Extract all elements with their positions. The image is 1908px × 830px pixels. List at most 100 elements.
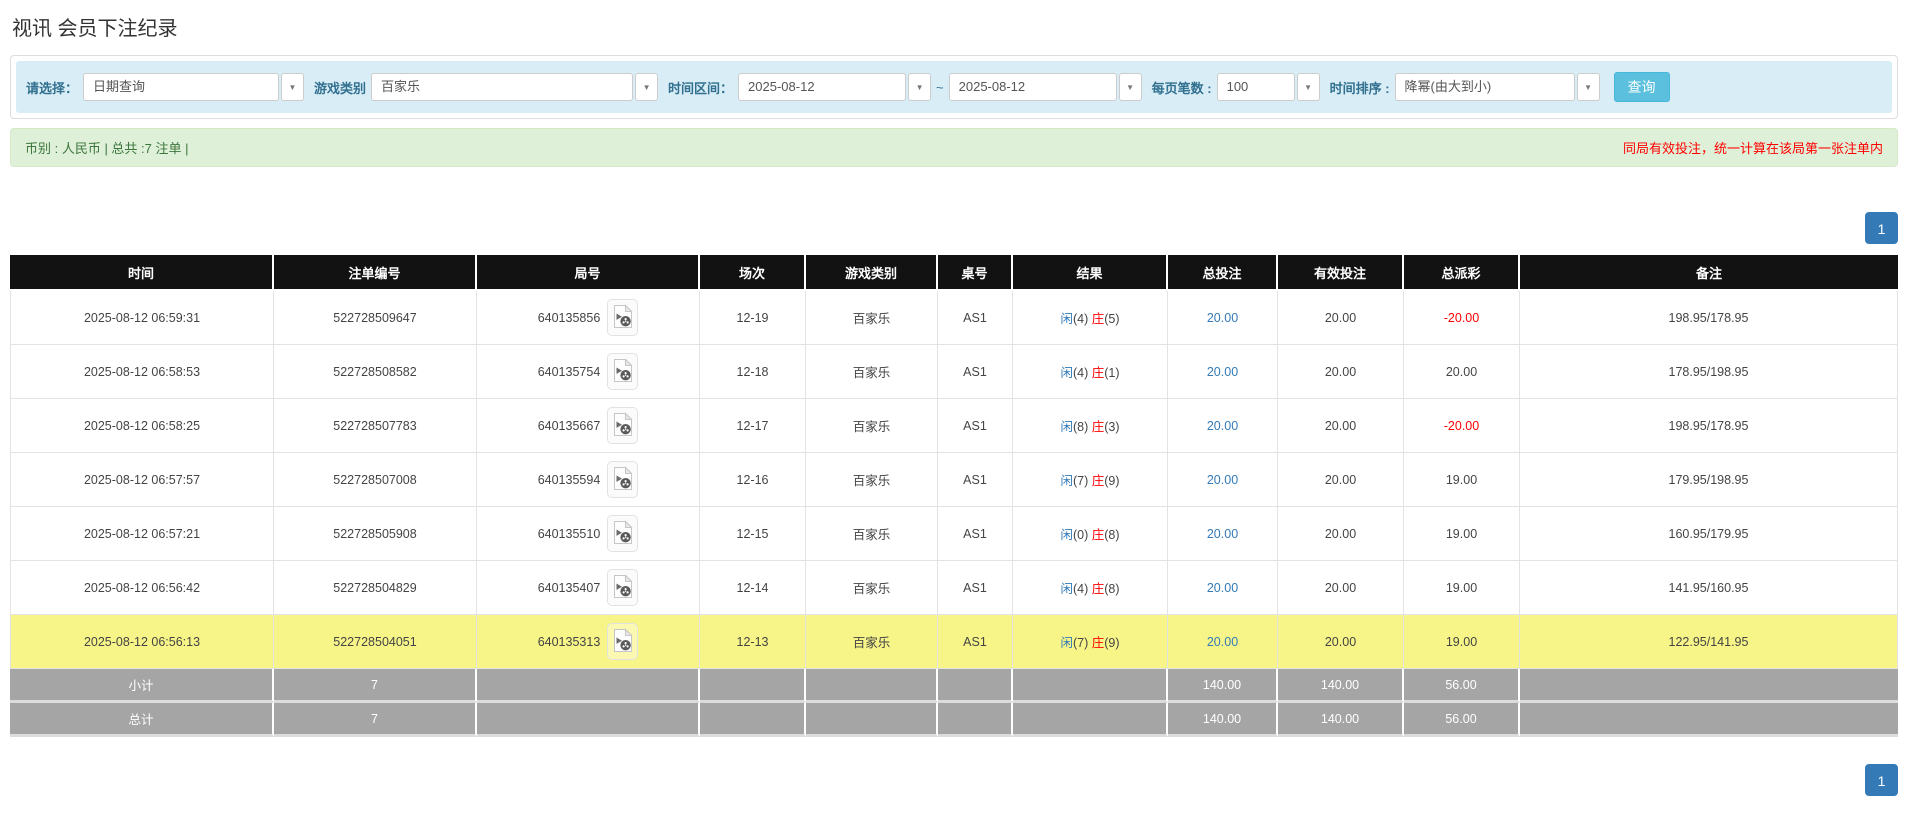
video-replay-button[interactable] <box>607 461 638 498</box>
video-clip-icon <box>613 628 633 656</box>
cell-time: 2025-08-12 06:58:53 <box>10 345 274 399</box>
header-total-bet: 总投注 <box>1168 255 1278 291</box>
total-total-bet: 140.00 <box>1168 703 1278 737</box>
time-sort-combobox: 降幂(由大到小) ▼ <box>1395 73 1600 101</box>
banker-result-score: (9) <box>1104 474 1119 488</box>
cell-valid-bet: 20.00 <box>1278 345 1404 399</box>
cell-bet-id: 522728509647 <box>274 291 477 345</box>
cell-bet-id: 522728504051 <box>274 615 477 669</box>
date-from-input[interactable]: 2025-08-12 <box>738 73 906 101</box>
date-from-dropdown-button[interactable]: ▼ <box>908 73 931 101</box>
cell-session: 12-14 <box>700 561 806 615</box>
search-button[interactable]: 查询 <box>1614 72 1670 102</box>
cell-table-no: AS1 <box>938 345 1013 399</box>
video-replay-button[interactable] <box>607 353 638 390</box>
subtotal-row: 小计 7 140.00 140.00 56.00 <box>10 669 1898 703</box>
total-bet-link[interactable]: 20.00 <box>1207 473 1238 487</box>
subtotal-valid-bet: 140.00 <box>1278 669 1404 703</box>
video-replay-button[interactable] <box>607 515 638 552</box>
table-row: 2025-08-12 06:57:57 522728507008 6401355… <box>10 453 1898 507</box>
player-result-score: (8) <box>1073 420 1088 434</box>
page-1-button[interactable]: 1 <box>1865 764 1898 796</box>
total-bet-link[interactable]: 20.00 <box>1207 311 1238 325</box>
total-count: 7 <box>274 703 477 737</box>
player-result-label: 闲 <box>1060 528 1073 542</box>
video-replay-button[interactable] <box>607 407 638 444</box>
cell-game-type: 百家乐 <box>806 291 938 345</box>
cell-remark: 122.95/141.95 <box>1520 615 1898 669</box>
banker-result-score: (3) <box>1104 420 1119 434</box>
cell-time: 2025-08-12 06:59:31 <box>10 291 274 345</box>
caret-down-icon: ▼ <box>1304 83 1312 92</box>
cell-round-id: 640135407 <box>477 561 700 615</box>
cell-total-bet: 20.00 <box>1168 561 1278 615</box>
cell-valid-bet: 20.00 <box>1278 291 1404 345</box>
table-row: 2025-08-12 06:56:42 522728504829 6401354… <box>10 561 1898 615</box>
cell-round-id: 640135754 <box>477 345 700 399</box>
cell-game-type: 百家乐 <box>806 345 938 399</box>
summary-bar: 币别 : 人民币 | 总共 :7 注单 | 同局有效投注，统一计算在该局第一张注… <box>10 128 1898 167</box>
cell-session: 12-18 <box>700 345 806 399</box>
player-result-score: (7) <box>1073 474 1088 488</box>
page-1-button[interactable]: 1 <box>1865 212 1898 244</box>
cell-table-no: AS1 <box>938 399 1013 453</box>
player-result-label: 闲 <box>1060 420 1073 434</box>
banker-result-score: (9) <box>1104 636 1119 650</box>
header-remark: 备注 <box>1520 255 1898 291</box>
date-range-tilde: ~ <box>936 80 944 95</box>
cell-table-no: AS1 <box>938 507 1013 561</box>
date-to-combobox: 2025-08-12 ▼ <box>949 73 1142 101</box>
cell-bet-id: 522728507783 <box>274 399 477 453</box>
round-id-text: 640135510 <box>538 527 601 541</box>
caret-down-icon: ▼ <box>1126 83 1134 92</box>
cell-payout: -20.00 <box>1404 291 1520 345</box>
video-replay-button[interactable] <box>607 623 638 660</box>
cell-result: 闲(4) 庄(8) <box>1013 561 1168 615</box>
table-row: 2025-08-12 06:56:13 522728504051 6401353… <box>10 615 1898 669</box>
cell-payout: 19.00 <box>1404 507 1520 561</box>
round-id-text: 640135313 <box>538 635 601 649</box>
time-sort-input[interactable]: 降幂(由大到小) <box>1395 73 1575 101</box>
cell-bet-id: 522728507008 <box>274 453 477 507</box>
query-type-combobox: 日期查询 ▼ <box>83 73 304 101</box>
cell-time: 2025-08-12 06:56:13 <box>10 615 274 669</box>
video-replay-button[interactable] <box>607 299 638 336</box>
filter-bar: 请选择： 日期查询 ▼ 游戏类别 百家乐 ▼ 时间区间： 2025-08-12 … <box>16 61 1892 113</box>
banker-result-score: (8) <box>1104 528 1119 542</box>
total-label: 总计 <box>10 703 274 737</box>
caret-down-icon: ▼ <box>289 83 297 92</box>
cell-session: 12-15 <box>700 507 806 561</box>
cell-session: 12-13 <box>700 615 806 669</box>
query-type-input[interactable]: 日期查询 <box>83 73 279 101</box>
video-replay-button[interactable] <box>607 569 638 606</box>
caret-down-icon: ▼ <box>1584 83 1592 92</box>
cell-round-id: 640135510 <box>477 507 700 561</box>
total-bet-link[interactable]: 20.00 <box>1207 581 1238 595</box>
query-type-dropdown-button[interactable]: ▼ <box>281 73 304 101</box>
date-to-input[interactable]: 2025-08-12 <box>949 73 1117 101</box>
caret-down-icon: ▼ <box>916 83 924 92</box>
total-bet-link[interactable]: 20.00 <box>1207 527 1238 541</box>
cell-remark: 198.95/178.95 <box>1520 399 1898 453</box>
total-bet-link[interactable]: 20.00 <box>1207 365 1238 379</box>
table-row: 2025-08-12 06:58:53 522728508582 6401357… <box>10 345 1898 399</box>
time-sort-dropdown-button[interactable]: ▼ <box>1577 73 1600 101</box>
cell-bet-id: 522728508582 <box>274 345 477 399</box>
page-size-label: 每页笔数 : <box>1152 78 1212 97</box>
header-bet-id: 注单编号 <box>274 255 477 291</box>
game-type-dropdown-button[interactable]: ▼ <box>635 73 658 101</box>
date-to-dropdown-button[interactable]: ▼ <box>1119 73 1142 101</box>
total-bet-link[interactable]: 20.00 <box>1207 419 1238 433</box>
page-size-input[interactable]: 100 <box>1217 73 1295 101</box>
round-id-text: 640135667 <box>538 419 601 433</box>
game-type-input[interactable]: 百家乐 <box>371 73 633 101</box>
page-size-dropdown-button[interactable]: ▼ <box>1297 73 1320 101</box>
table-footer: 小计 7 140.00 140.00 56.00 总计 7 140.00 140… <box>10 669 1898 737</box>
total-bet-link[interactable]: 20.00 <box>1207 635 1238 649</box>
player-result-label: 闲 <box>1060 474 1073 488</box>
table-header: 时间 注单编号 局号 场次 游戏类别 桌号 结果 总投注 有效投注 总派彩 备注 <box>10 255 1898 291</box>
cell-payout: 19.00 <box>1404 561 1520 615</box>
table-row: 2025-08-12 06:57:21 522728505908 6401355… <box>10 507 1898 561</box>
player-result-label: 闲 <box>1060 636 1073 650</box>
cell-session: 12-16 <box>700 453 806 507</box>
